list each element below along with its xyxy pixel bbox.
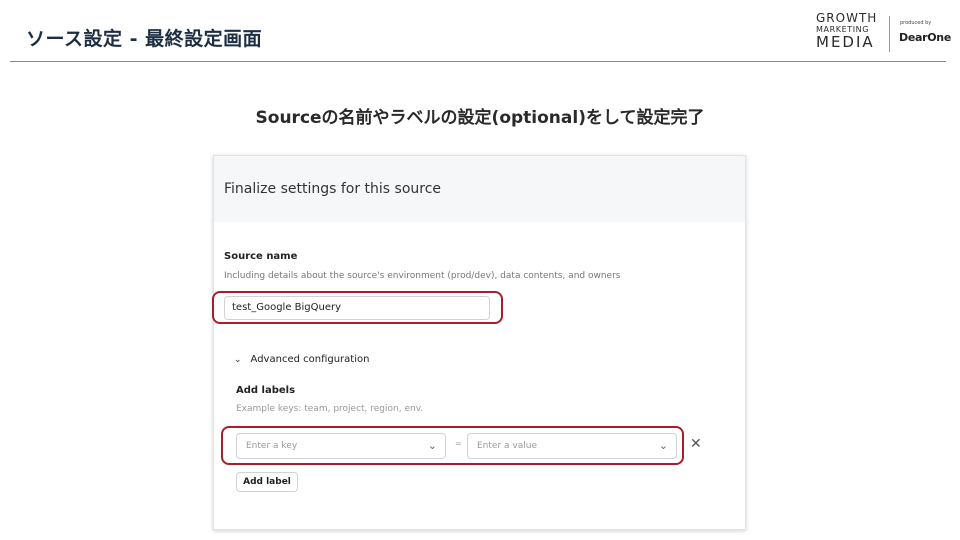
close-icon[interactable]: ✕ bbox=[690, 436, 702, 452]
dearone-logo: DearOne bbox=[899, 31, 951, 44]
source-name-highlight bbox=[212, 291, 503, 324]
add-labels-help: Example keys: team, project, region, env… bbox=[236, 404, 424, 414]
produced-by-text: produced by bbox=[900, 20, 932, 26]
logo-line1: GROWTH bbox=[816, 11, 878, 25]
advanced-configuration-label: Advanced configuration bbox=[250, 354, 370, 365]
slide-subtitle: Sourceの名前やラベルの設定(optional)をして設定完了 bbox=[255, 108, 705, 128]
advanced-configuration-toggle[interactable]: ⌄ Advanced configuration bbox=[234, 354, 369, 365]
logo-divider bbox=[889, 16, 890, 52]
source-name-help: Including details about the source's env… bbox=[224, 271, 621, 281]
source-name-label: Source name bbox=[224, 251, 298, 262]
brand-logo: GROWTH MARKETING MEDIA produced by DearO… bbox=[816, 12, 956, 56]
panel-title: Finalize settings for this source bbox=[224, 181, 442, 197]
finalize-settings-panel: Finalize settings for this source Source… bbox=[213, 155, 746, 530]
slide-title: ソース設定 - 最終設定画面 bbox=[26, 28, 263, 50]
chevron-down-icon: ⌄ bbox=[234, 354, 242, 365]
add-labels-title: Add labels bbox=[236, 385, 296, 396]
growth-marketing-media-logo: GROWTH MARKETING MEDIA bbox=[816, 12, 877, 50]
logo-line3: MEDIA bbox=[816, 33, 875, 51]
panel-header: Finalize settings for this source bbox=[214, 156, 745, 222]
title-divider bbox=[10, 61, 946, 62]
add-label-button[interactable]: Add label bbox=[236, 472, 298, 492]
labels-highlight bbox=[221, 426, 684, 465]
